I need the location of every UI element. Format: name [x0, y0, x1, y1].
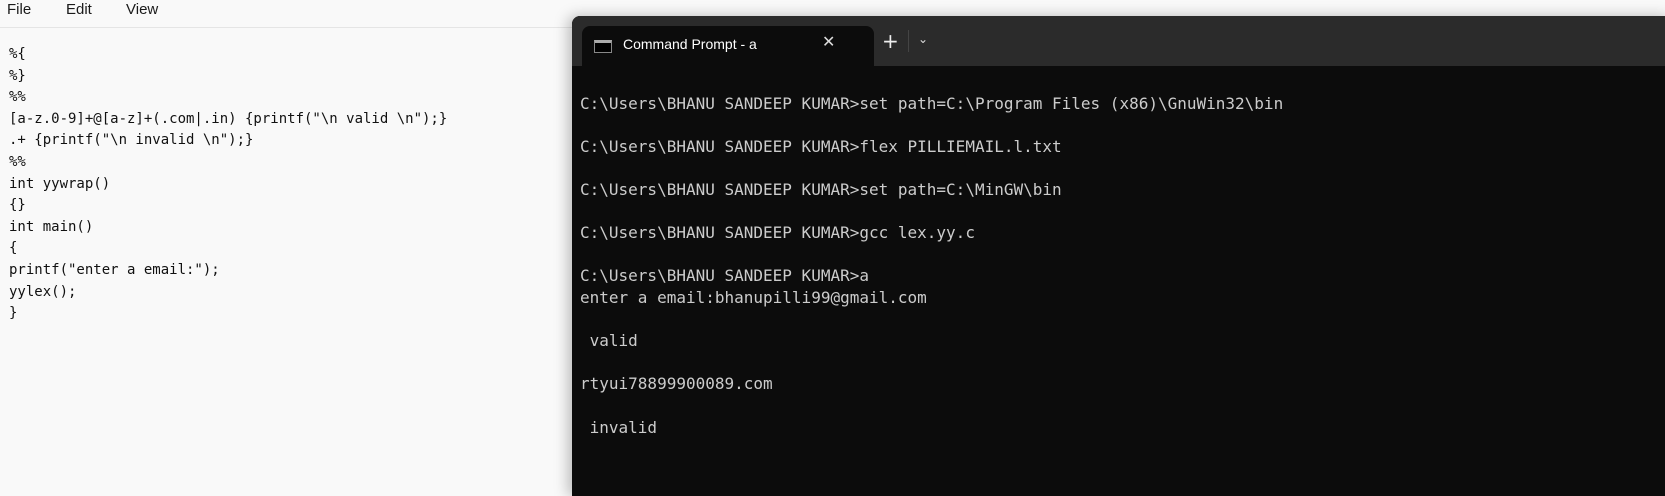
text-line: [580, 114, 1283, 136]
text-line: C:\Users\BHANU SANDEEP KUMAR>flex PILLIE…: [580, 136, 1062, 156]
text-line: invalid: [580, 417, 658, 437]
text-line: valid: [580, 331, 638, 351]
text-line: [580, 157, 1283, 179]
notepad-editor[interactable]: %{%}%% [a-z.0-9]+@[a-z]+(.com|.in) {print…: [9, 44, 447, 325]
text-line: C:\Users\BHANU SANDEEP KUMAR>gcc lex.yy.…: [580, 223, 975, 243]
text-line: {}: [9, 197, 26, 214]
text-line: C:\Users\BHANU SANDEEP KUMAR>set path=C:…: [580, 179, 1062, 199]
menu-file[interactable]: File: [7, 0, 31, 20]
text-line: %{: [9, 46, 26, 62]
terminal-tabbar: Command Prompt - a ✕ + ⌄: [572, 16, 1665, 66]
text-line: [580, 309, 1283, 331]
text-line: int yywrap(): [9, 175, 111, 192]
menu-edit[interactable]: Edit: [66, 0, 92, 20]
text-line: C:\Users\BHANU SANDEEP KUMAR>set path=C:…: [580, 93, 1284, 113]
text-line: [580, 201, 1283, 223]
text-line: %%: [9, 153, 26, 170]
tab-title: Command Prompt - a: [623, 36, 757, 52]
text-line: %%: [9, 89, 26, 106]
text-line: [580, 244, 1283, 266]
chevron-down-icon[interactable]: ⌄: [918, 32, 928, 46]
text-line: printf("enter a email:");: [9, 261, 220, 278]
menu-view[interactable]: View: [126, 0, 158, 20]
text-line: {: [9, 240, 18, 257]
terminal-window: Command Prompt - a ✕ + ⌄ C:\Users\BHANU …: [572, 16, 1665, 496]
terminal-output[interactable]: C:\Users\BHANU SANDEEP KUMAR>set path=C:…: [580, 71, 1283, 438]
terminal-tab[interactable]: Command Prompt - a ✕: [582, 26, 874, 66]
text-line: }: [9, 305, 18, 322]
text-line: int main(): [9, 218, 94, 235]
new-tab-button[interactable]: +: [882, 31, 899, 51]
text-line: [580, 395, 1283, 417]
text-line: enter a email:bhanupilli99@gmail.com: [580, 287, 927, 307]
text-line: [a-z.0-9]+@[a-z]+(.com|.in) {printf("\n …: [9, 110, 448, 127]
divider: [908, 30, 909, 52]
text-line: [580, 352, 1283, 374]
text-line: %}: [9, 67, 26, 84]
text-line: [580, 71, 1283, 93]
text-line: C:\Users\BHANU SANDEEP KUMAR>a: [580, 266, 869, 286]
close-tab-icon[interactable]: ✕: [822, 32, 835, 51]
cmd-icon: [594, 40, 612, 53]
text-line: rtyui78899900089.com: [580, 374, 773, 394]
text-line: .+ {printf("\n invalid \n");}: [9, 132, 254, 149]
text-line: yylex();: [9, 283, 77, 300]
